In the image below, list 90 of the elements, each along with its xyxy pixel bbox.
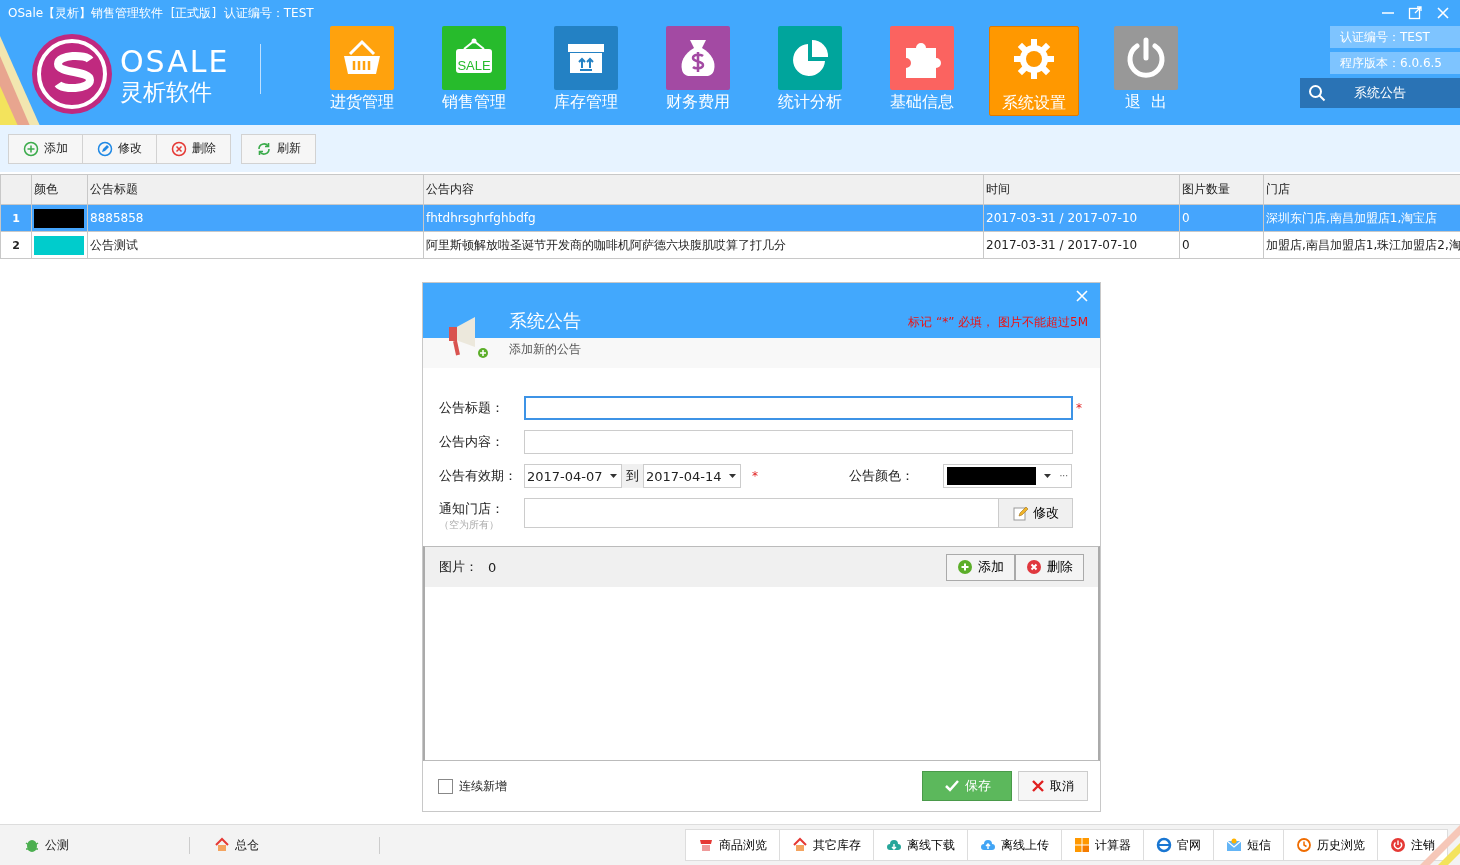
close-icon bbox=[171, 140, 187, 157]
field-hint: （空为所有） bbox=[439, 518, 500, 532]
notice-button[interactable]: 系统公告 bbox=[1300, 78, 1460, 108]
status-item: 总仓 bbox=[190, 836, 380, 854]
minimize-icon bbox=[1382, 12, 1394, 14]
add-button[interactable]: 添加 bbox=[946, 553, 1015, 581]
toolbar-button[interactable]: 修改 bbox=[83, 133, 157, 164]
required-mark: * bbox=[751, 469, 758, 483]
bug-icon bbox=[24, 837, 40, 853]
close-icon bbox=[1026, 559, 1042, 575]
column-header: 颜色 bbox=[31, 174, 88, 205]
dialog-title: 系统公告 bbox=[509, 309, 581, 333]
row-number: 2 bbox=[0, 231, 32, 259]
title-field[interactable] bbox=[524, 396, 1073, 420]
status-button[interactable]: 离线上传 bbox=[968, 829, 1062, 861]
table-cell: 2017-03-31 / 2017-07-10 bbox=[983, 204, 1180, 232]
continuous-checkbox[interactable]: 连续新增 bbox=[438, 777, 507, 795]
sign-text: SALE bbox=[456, 58, 492, 73]
status-button[interactable]: 商品浏览 bbox=[685, 829, 780, 861]
date-picker[interactable]: 2017-04-07 bbox=[524, 464, 622, 488]
envelope-icon bbox=[1226, 837, 1242, 853]
table-cell: 公告测试 bbox=[87, 231, 424, 259]
close-icon bbox=[1032, 780, 1044, 792]
status-button[interactable]: 计算器 bbox=[1062, 829, 1144, 861]
awning-icon bbox=[698, 837, 714, 853]
date-picker[interactable]: 2017-04-14 bbox=[643, 464, 741, 488]
window-title: OSale【灵析】销售管理软件 [正式版] 认证编号：TEST bbox=[8, 4, 314, 22]
dropdown-icon bbox=[1044, 474, 1052, 478]
maximize-icon bbox=[1408, 6, 1422, 20]
plus-icon bbox=[23, 140, 39, 157]
house-icon bbox=[792, 837, 808, 853]
globe-icon bbox=[1156, 837, 1172, 853]
dropdown-icon bbox=[729, 474, 736, 478]
toolbar-button[interactable]: 添加 bbox=[8, 133, 83, 164]
calculator-icon bbox=[1074, 837, 1090, 853]
logo-name: OSALE bbox=[120, 45, 230, 78]
status-button[interactable]: 历史浏览 bbox=[1284, 829, 1378, 861]
power-icon bbox=[1390, 837, 1406, 853]
column-header: 公告标题 bbox=[87, 174, 424, 205]
status-button[interactable]: 官网 bbox=[1144, 829, 1214, 861]
color-picker[interactable]: ··· bbox=[943, 464, 1072, 488]
range-separator: 到 bbox=[622, 464, 643, 488]
delete-button[interactable]: 删除 bbox=[1015, 553, 1084, 581]
pencil-icon bbox=[97, 140, 113, 157]
check-icon bbox=[943, 778, 960, 794]
column-header: 公告内容 bbox=[423, 174, 984, 205]
field-label: 通知门店： bbox=[439, 500, 505, 518]
required-mark: * bbox=[1075, 401, 1083, 415]
table-cell: 0 bbox=[1179, 231, 1264, 259]
table-cell: 2017-03-31 / 2017-07-10 bbox=[983, 231, 1180, 259]
dialog-subtitle: 添加新的公告 bbox=[509, 341, 581, 358]
status-button[interactable]: 离线下载 bbox=[874, 829, 968, 861]
status-button[interactable]: 短信 bbox=[1214, 829, 1284, 861]
house-icon bbox=[214, 837, 230, 853]
column-header: 门店 bbox=[1263, 174, 1460, 205]
field-label: 公告有效期： bbox=[439, 467, 518, 485]
cancel-button[interactable]: 取消 bbox=[1018, 771, 1088, 801]
refresh-icon bbox=[256, 140, 272, 157]
clock-icon bbox=[1296, 837, 1312, 853]
table-cell: 8885858 bbox=[87, 204, 424, 232]
field-label: 公告颜色： bbox=[849, 467, 915, 485]
status-button[interactable]: 其它库存 bbox=[780, 829, 874, 861]
table-cell: 0 bbox=[1179, 204, 1264, 232]
required-hint: 标记 “*” 必填， 图片不能超过5M bbox=[908, 314, 1088, 331]
image-count: 0 bbox=[488, 559, 497, 575]
image-count-label: 图片： bbox=[439, 558, 478, 576]
table-cell: 深圳东门店,南昌加盟店1,淘宝店 bbox=[1263, 204, 1460, 232]
field-label: 公告内容： bbox=[439, 433, 505, 451]
column-header: 图片数量 bbox=[1179, 174, 1264, 205]
status-button[interactable]: 注销 bbox=[1378, 829, 1448, 861]
column-header: 时间 bbox=[983, 174, 1180, 205]
table-cell: fhtdhrsghrfghbdfg bbox=[423, 204, 984, 232]
field-label: 公告标题： bbox=[439, 399, 505, 417]
table-cell: 阿里斯顿解放啦圣诞节开发商的咖啡机阿萨德六块腹肌哎算了打几分 bbox=[423, 231, 984, 259]
logo-subtitle: 灵析软件 bbox=[120, 77, 213, 106]
status-item: 公测 bbox=[0, 836, 190, 854]
toolbar-button[interactable]: 删除 bbox=[157, 133, 231, 164]
close-icon bbox=[1076, 290, 1088, 302]
toolbar-button[interactable]: 刷新 bbox=[241, 133, 316, 164]
cloud-upload-icon bbox=[980, 837, 996, 853]
close-icon bbox=[1436, 6, 1450, 20]
info-label: 程序版本：6.0.6.5 bbox=[1330, 52, 1460, 74]
row-number: 1 bbox=[0, 204, 32, 232]
search-icon bbox=[1308, 84, 1326, 102]
cloud-download-icon bbox=[886, 837, 902, 853]
content-field[interactable] bbox=[524, 430, 1073, 454]
info-label: 认证编号：TEST bbox=[1330, 26, 1460, 48]
plus-icon bbox=[957, 559, 973, 575]
table-row[interactable]: 2 公告测试 阿里斯顿解放啦圣诞节开发商的咖啡机阿萨德六块腹肌哎算了打几分 2017-03-31 / 2017-07-10 0 加盟店,南昌加盟店1,珠江加盟店2,淘 bbox=[0, 231, 1460, 259]
dropdown-icon bbox=[610, 474, 617, 478]
